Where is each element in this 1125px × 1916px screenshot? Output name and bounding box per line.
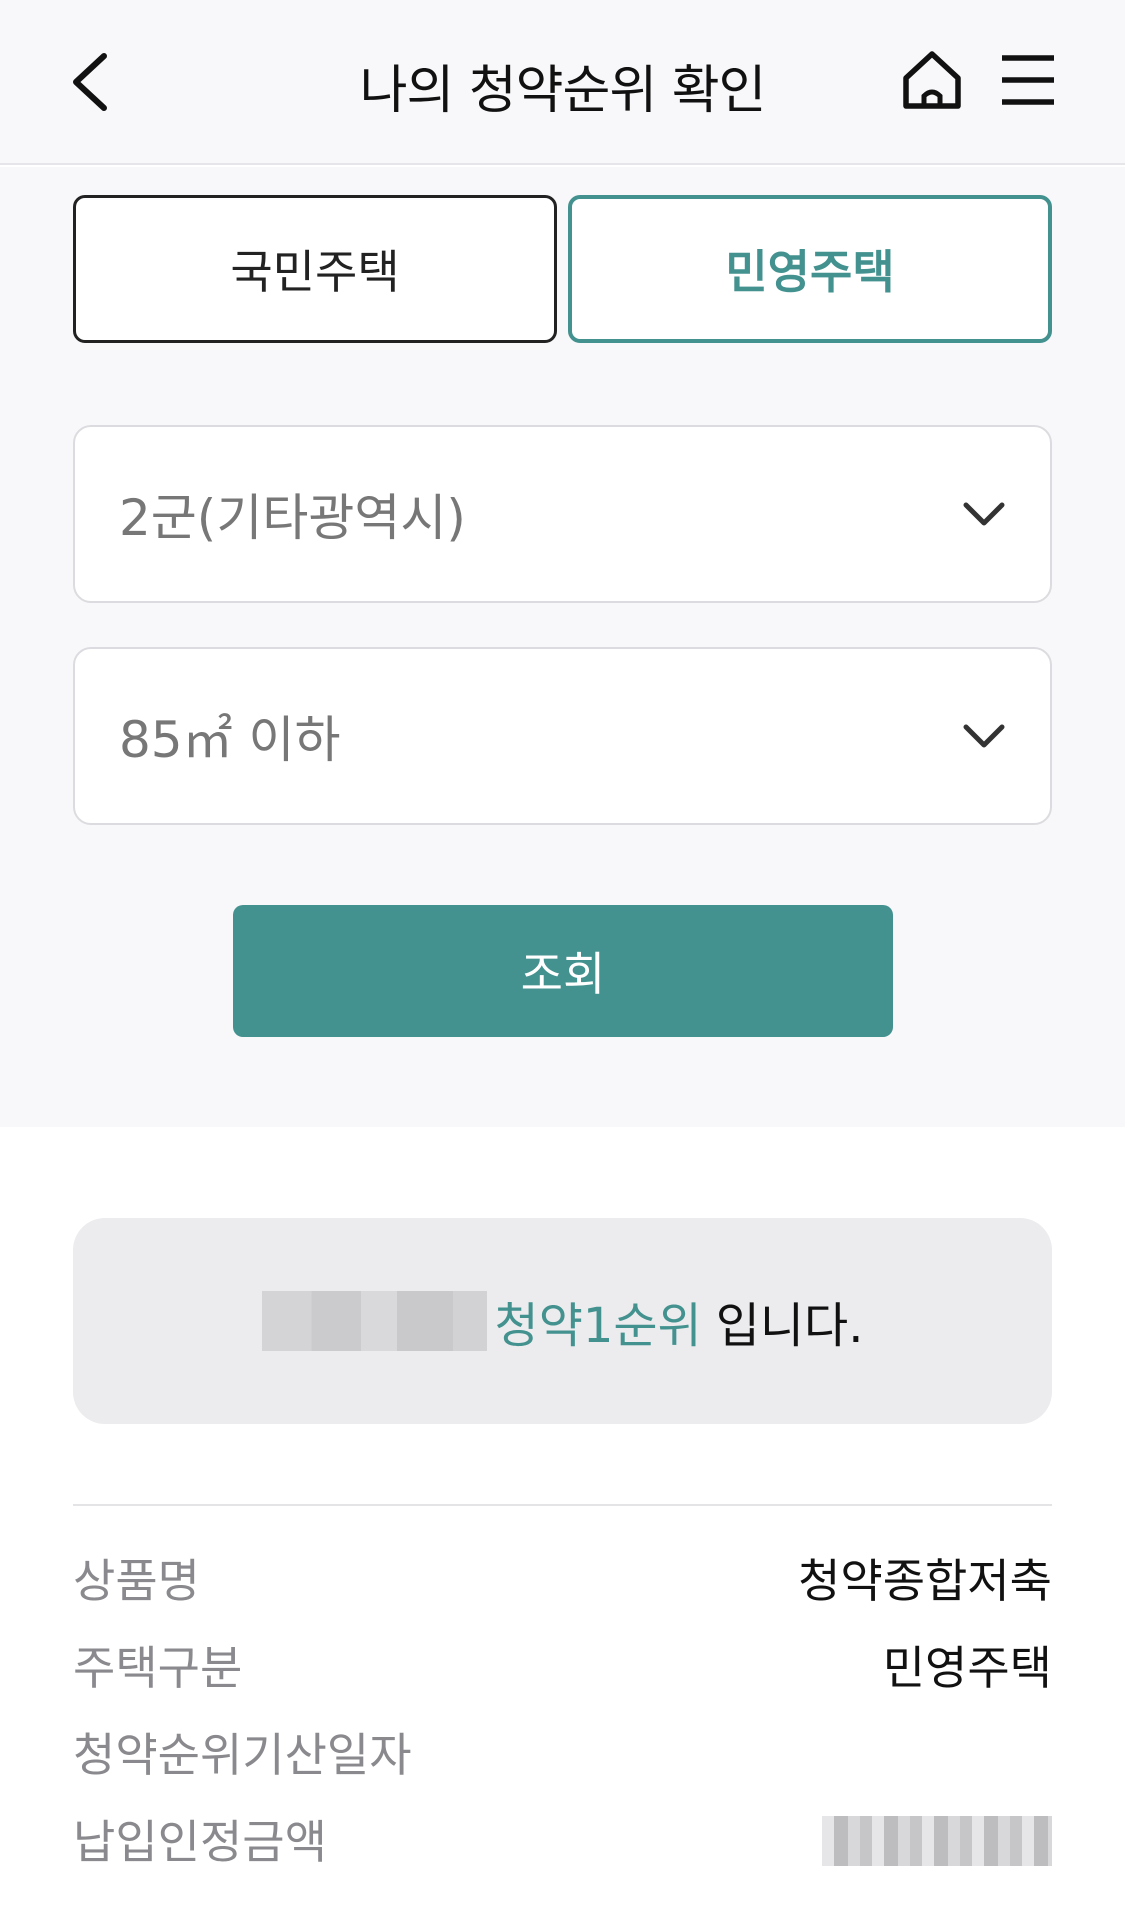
masked-amount	[822, 1816, 1052, 1866]
region-select-value: 2군(기타광역시)	[119, 489, 466, 547]
home-button[interactable]	[900, 48, 964, 112]
info-row-product: 상품명 청약종합저축	[73, 1545, 1052, 1615]
info-value: 청약종합저축	[798, 1554, 1052, 1608]
info-row-housing-type: 주택구분 민영주택	[73, 1632, 1052, 1702]
info-label: 상품명	[73, 1554, 200, 1608]
info-label: 청약순위기산일자	[73, 1728, 412, 1782]
chevron-down-icon	[963, 724, 1005, 748]
app-header: 나의 청약순위 확인	[0, 0, 1125, 165]
search-button[interactable]: 조회	[233, 905, 893, 1037]
area-select-value: 85㎡ 이하	[119, 711, 341, 769]
home-icon	[903, 51, 961, 109]
result-box: 청약1순위 입니다.	[73, 1218, 1052, 1424]
info-label: 납입인정금액	[73, 1815, 327, 1869]
info-label: 주택구분	[73, 1641, 243, 1695]
tab-private-housing[interactable]: 민영주택	[568, 195, 1052, 343]
menu-button[interactable]	[1000, 52, 1056, 108]
chevron-down-icon	[963, 502, 1005, 526]
result-rank: 청약1순위	[494, 1298, 702, 1354]
area-select[interactable]: 85㎡ 이하	[73, 647, 1052, 825]
tab-public-housing[interactable]: 국민주택	[73, 195, 557, 343]
region-select[interactable]: 2군(기타광역시)	[73, 425, 1052, 603]
divider	[73, 1504, 1052, 1506]
hamburger-menu-icon	[1002, 55, 1054, 105]
masked-name	[261, 1291, 487, 1351]
info-row-paid-amount: 납입인정금액	[73, 1806, 1052, 1876]
info-row-rank-start-date: 청약순위기산일자	[73, 1719, 1052, 1789]
result-suffix: 입니다.	[715, 1298, 864, 1354]
info-value: 민영주택	[882, 1641, 1052, 1695]
page: 나의 청약순위 확인 국민주택 민영주택 2군(기타광역시) 85㎡ 이하 조회…	[0, 0, 1125, 1916]
